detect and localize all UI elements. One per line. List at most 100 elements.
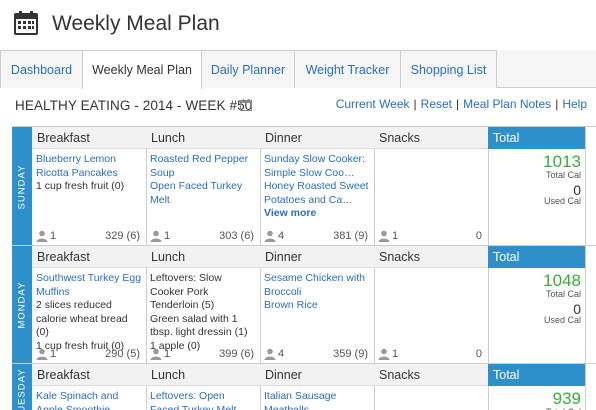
link-separator: |: [555, 97, 559, 111]
person-icon: [150, 230, 162, 242]
meal-calories: 290 (5): [105, 348, 140, 360]
snacks-cell[interactable]: Snacks 1 0: [374, 246, 489, 364]
total-calories: 939: [552, 389, 581, 408]
meal-footer: 1 399 (6): [150, 348, 256, 362]
total-cell: Total 1048 Total Cal 0 Used Cal: [488, 246, 586, 364]
breakfast-header: Breakfast: [32, 127, 146, 149]
tab-weekly-meal-plan[interactable]: Weekly Meal Plan: [82, 50, 202, 89]
dinner-cell[interactable]: Dinner Italian Sausage Meatballs: [260, 364, 375, 410]
total-summary: 1013 Total Cal 0 Used Cal: [488, 152, 585, 206]
meal-calories: 399 (6): [219, 348, 254, 360]
lunch-cell[interactable]: Lunch Leftovers: Open Faced Turkey Melt: [146, 364, 261, 410]
meal-footer: 1 303 (6): [150, 230, 256, 244]
recipe-link[interactable]: Honey Roasted Sweet Potatoes and Ca…: [264, 180, 370, 207]
meal-item: 1 cup fresh fruit (0): [36, 180, 125, 192]
day-label: MONDAY: [12, 246, 32, 364]
recipe-link[interactable]: Southwest Turkey Egg Muffins: [36, 272, 142, 299]
total-calories: 1013: [543, 152, 581, 171]
total-header: Total: [488, 364, 585, 386]
meal-calories: 303 (6): [219, 230, 254, 242]
lunch-cell[interactable]: Lunch Roasted Red Pepper Soup Open Faced T…: [146, 127, 261, 246]
people-count: 1: [392, 348, 399, 360]
recipe-link[interactable]: Leftovers: Open Faced Turkey Melt: [150, 390, 256, 410]
tab-bar: Dashboard Weekly Meal Plan Daily Planner…: [0, 50, 596, 89]
snacks-cell[interactable]: Snacks 1 0: [374, 127, 489, 246]
meal-calories: 381 (9): [333, 230, 368, 242]
recipe-link[interactable]: Brown Rice: [264, 299, 370, 313]
person-icon: [36, 230, 48, 242]
breakfast-header: Breakfast: [32, 364, 146, 386]
total-summary: 1048 Total Cal 0 Used Cal: [488, 271, 585, 325]
lunch-cell[interactable]: Lunch Leftovers: Slow Cooker Pork Tenderl…: [146, 246, 261, 364]
meal-items: [374, 386, 488, 390]
total-cal-label: Total Cal: [545, 289, 581, 299]
meal-calories: 0: [475, 230, 482, 242]
dinner-cell[interactable]: Dinner Sesame Chicken with Broccoli Brown …: [260, 246, 375, 364]
view-more-link[interactable]: View more: [264, 207, 370, 221]
total-cal-label: Total Cal: [545, 170, 581, 180]
breakfast-cell[interactable]: Breakfast Southwest Turkey Egg Muffins 2 s…: [32, 246, 147, 364]
reset-link[interactable]: Reset: [421, 97, 452, 111]
breakfast-header: Breakfast: [32, 246, 146, 268]
people-count: 1: [164, 348, 171, 360]
total-header: Total: [488, 246, 585, 268]
lunch-header: Lunch: [146, 127, 260, 149]
dinner-header: Dinner: [260, 364, 374, 386]
meal-items: Sesame Chicken with Broccoli Brown Rice: [260, 268, 374, 313]
page-title: Weekly Meal Plan: [52, 12, 220, 35]
snacks-header: Snacks: [374, 246, 488, 268]
link-separator: |: [413, 97, 417, 111]
used-cal-label: Used Cal: [543, 315, 581, 325]
meal-item: 2 slices reduced calorie wheat bread (0): [36, 299, 128, 338]
meal-footer: 10: [378, 230, 484, 244]
meal-items: Roasted Red Pepper Soup Open Faced Turkey…: [146, 149, 260, 207]
dinner-cell[interactable]: Dinner Sunday Slow Cooker: Simple Slow Co…: [260, 127, 375, 246]
recipe-link[interactable]: Open Faced Turkey Melt: [150, 180, 256, 207]
dinner-header: Dinner: [260, 246, 374, 268]
meal-plan-notes-link[interactable]: Meal Plan Notes: [463, 97, 551, 111]
recipe-link[interactable]: Sunday Slow Cooker: Simple Slow Coo…: [264, 153, 370, 180]
dinner-header: Dinner: [260, 127, 374, 149]
week-calendar-icon[interactable]: [240, 99, 252, 111]
recipe-link[interactable]: Sesame Chicken with Broccoli: [264, 272, 370, 299]
person-icon: [378, 230, 390, 242]
recipe-link[interactable]: Kale Spinach and Apple Smoothie: [36, 390, 142, 410]
person-icon: [150, 348, 162, 360]
tab-dashboard[interactable]: Dashboard: [0, 50, 83, 88]
people-count: 4: [278, 230, 285, 242]
people-count: 1: [392, 230, 399, 242]
app-header: Weekly Meal Plan: [0, 0, 596, 50]
meal-items: Leftovers: Slow Cooker Pork Tenderloin (…: [146, 268, 260, 353]
tab-daily-planner[interactable]: Daily Planner: [201, 50, 295, 88]
meal-footer: 1 290 (5): [36, 348, 142, 362]
tab-shopping-list[interactable]: Shopping List: [400, 50, 497, 88]
recipe-link[interactable]: Italian Sausage Meatballs: [264, 390, 370, 410]
week-title: HEALTHY EATING - 2014 - WEEK #50: [15, 98, 253, 113]
breakfast-cell[interactable]: Breakfast Blueberry Lemon Ricotta Pancake…: [32, 127, 147, 246]
meal-calories: 0: [475, 348, 482, 360]
total-calories: 1048: [543, 271, 581, 290]
lunch-header: Lunch: [146, 364, 260, 386]
day-label: TUESDAY: [12, 364, 32, 410]
meal-items: Kale Spinach and Apple Smoothie: [32, 386, 146, 410]
snacks-header: Snacks: [374, 127, 488, 149]
help-link[interactable]: Help: [562, 97, 587, 111]
used-cal-label: Used Cal: [543, 196, 581, 206]
header-links: Current Week | Reset | Meal Plan Notes | Help: [336, 97, 587, 111]
snacks-cell[interactable]: Snacks: [374, 364, 489, 410]
recipe-link[interactable]: Blueberry Lemon Ricotta Pancakes: [36, 153, 142, 180]
meal-footer: 1 329 (6): [36, 230, 142, 244]
meal-items: Southwest Turkey Egg Muffins 2 slices red…: [32, 268, 146, 353]
person-icon: [36, 348, 48, 360]
breakfast-cell[interactable]: Breakfast Kale Spinach and Apple Smoothie: [32, 364, 147, 410]
recipe-link[interactable]: Roasted Red Pepper Soup: [150, 153, 256, 180]
calendar-icon: [14, 11, 38, 35]
person-icon: [264, 230, 276, 242]
total-cell: Total 939Total Cal: [488, 364, 586, 410]
current-week-link[interactable]: Current Week: [336, 97, 410, 111]
total-cell: Total 1013 Total Cal 0 Used Cal: [488, 127, 586, 246]
person-icon: [378, 348, 390, 360]
total-header: Total: [488, 127, 585, 149]
people-count: 1: [50, 348, 57, 360]
tab-weight-tracker[interactable]: Weight Tracker: [294, 50, 401, 88]
